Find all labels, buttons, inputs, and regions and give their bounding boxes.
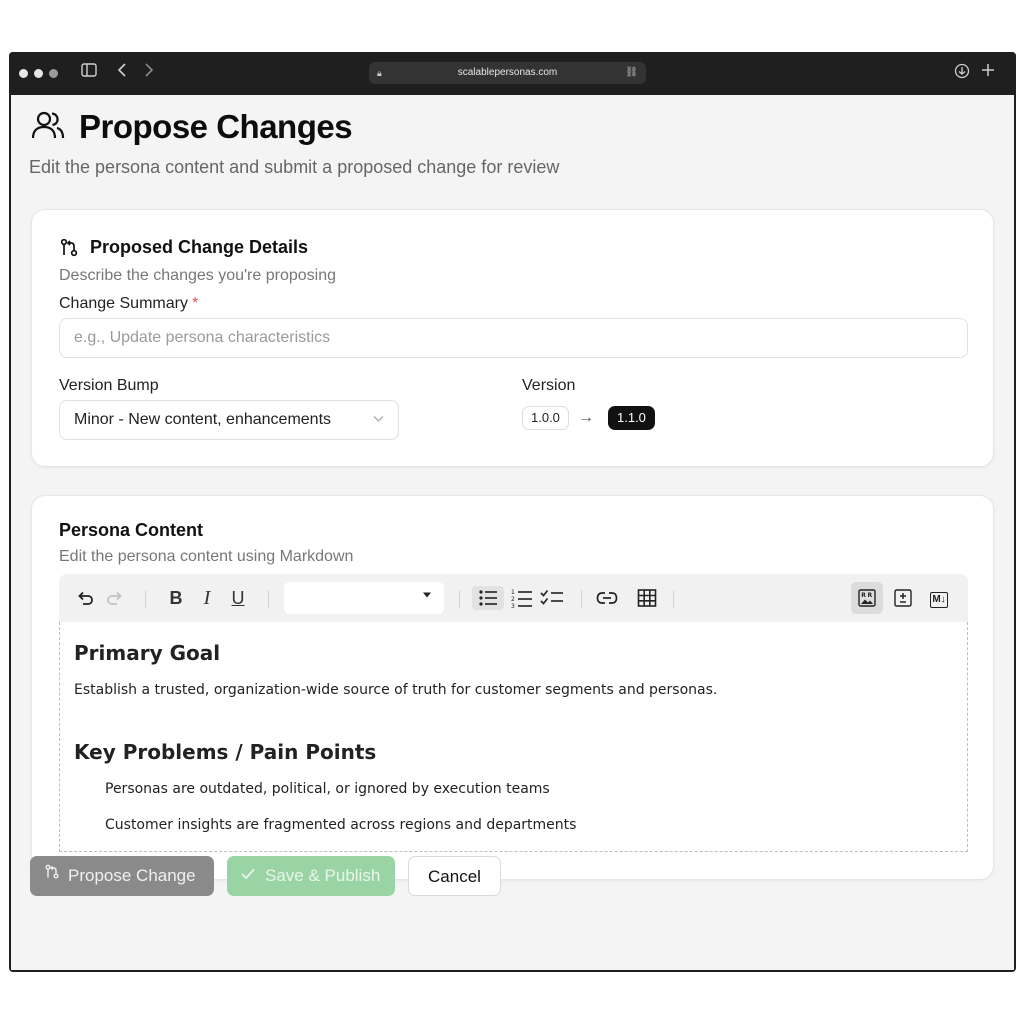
cancel-button[interactable]: Cancel (408, 856, 501, 896)
proposed-change-details-card: Proposed Change Details Describe the cha… (31, 209, 994, 467)
back-icon[interactable] (117, 63, 127, 83)
markdown-mode-label: M↓ (930, 592, 948, 608)
version-bump-select[interactable]: Minor - New content, enhancements (59, 400, 399, 440)
table-icon[interactable] (635, 586, 659, 610)
checklist-icon[interactable] (540, 586, 564, 610)
toolbar-divider (145, 590, 146, 608)
caret-down-icon (422, 590, 432, 601)
toolbar-divider (268, 590, 269, 608)
propose-change-button[interactable]: Propose Change (30, 856, 214, 896)
save-publish-button[interactable]: Save & Publish (227, 856, 395, 896)
new-tab-icon[interactable] (981, 63, 995, 83)
browser-window: 🔒︎ scalablepersonas.com ⛓︎ Propose Chang… (9, 52, 1016, 972)
card-title: Proposed Change Details (90, 237, 309, 257)
change-summary-label-text: Change Summary (59, 295, 188, 312)
markdown-mode-icon[interactable]: M↓ (923, 582, 955, 614)
version-label: Version (522, 377, 576, 394)
git-pull-request-icon (59, 238, 79, 263)
italic-button[interactable]: I (195, 586, 219, 610)
bullet-list-icon[interactable] (472, 586, 504, 610)
wysiwyg-mode-icon[interactable]: RR (851, 582, 883, 614)
save-publish-label: Save & Publish (265, 866, 381, 885)
forward-icon[interactable] (144, 63, 154, 83)
window-close-dot[interactable] (19, 69, 28, 78)
page-subtitle: Edit the persona content and submit a pr… (29, 157, 560, 177)
window-minimize-dot[interactable] (34, 69, 43, 78)
browser-titlebar: 🔒︎ scalablepersonas.com ⛓︎ (9, 52, 1016, 95)
change-summary-input[interactable] (59, 318, 968, 358)
block-format-select[interactable] (284, 582, 444, 614)
card-title: Persona Content (59, 520, 204, 540)
card-description: Edit the persona content using Markdown (59, 548, 354, 565)
link-icon[interactable] (595, 586, 619, 610)
users-icon (31, 108, 65, 147)
chevron-down-icon (373, 401, 384, 439)
toolbar-divider (459, 590, 460, 608)
markdown-editor[interactable]: Primary Goal Establish a trusted, organi… (59, 622, 968, 852)
required-marker: * (191, 295, 199, 312)
address-bar[interactable]: 🔒︎ scalablepersonas.com ⛓︎ (369, 62, 646, 84)
window-zoom-dot[interactable] (49, 69, 58, 78)
numbered-list-icon[interactable]: 123 (510, 586, 534, 610)
editor-list-item: Customer insights are fragmented across … (105, 817, 577, 833)
toolbar-divider (581, 590, 582, 608)
change-summary-label: Change Summary * (59, 295, 198, 313)
underline-button[interactable]: U (226, 586, 250, 610)
svg-text:R: R (861, 592, 866, 599)
version-bump-label: Version Bump (59, 377, 159, 394)
bold-button[interactable]: B (164, 586, 188, 610)
svg-text:2: 2 (511, 596, 515, 603)
page-header: Propose Changes (31, 107, 353, 147)
new-version-badge: 1.1.0 (608, 406, 655, 430)
svg-text:1: 1 (511, 589, 515, 596)
persona-content-card: Persona Content Edit the persona content… (31, 495, 994, 880)
check-icon (241, 855, 255, 895)
propose-change-label: Propose Change (68, 866, 196, 885)
editor-heading-pain-points: Key Problems / Pain Points (74, 740, 377, 764)
sidebar-toggle-icon[interactable] (81, 63, 97, 83)
svg-text:3: 3 (511, 603, 515, 608)
current-version-badge: 1.0.0 (522, 406, 569, 430)
undo-icon[interactable] (73, 586, 97, 610)
editor-heading-primary-goal: Primary Goal (74, 641, 221, 665)
link-icon[interactable]: ⛓︎ (625, 62, 638, 84)
download-icon[interactable] (954, 63, 970, 85)
editor-list-item: Personas are outdated, political, or ign… (105, 781, 550, 797)
page-title: Propose Changes (79, 108, 353, 145)
card-description: Describe the changes you're proposing (59, 267, 336, 284)
diff-mode-icon[interactable] (887, 582, 919, 614)
arrow-right-icon: → (578, 409, 594, 426)
git-pull-request-icon (44, 855, 60, 895)
toolbar-divider (673, 590, 674, 608)
editor-paragraph: Establish a trusted, organization-wide s… (74, 682, 718, 698)
url-text: scalablepersonas.com (457, 67, 558, 78)
page-content: Propose Changes Edit the persona content… (11, 95, 1014, 970)
editor-toolbar: B I U 123 R R M↓ (59, 574, 968, 622)
version-bump-value: Minor - New content, enhancements (74, 411, 332, 428)
lock-icon: 🔒︎ (377, 68, 382, 78)
svg-text:R: R (868, 592, 873, 599)
redo-icon[interactable] (103, 586, 127, 610)
